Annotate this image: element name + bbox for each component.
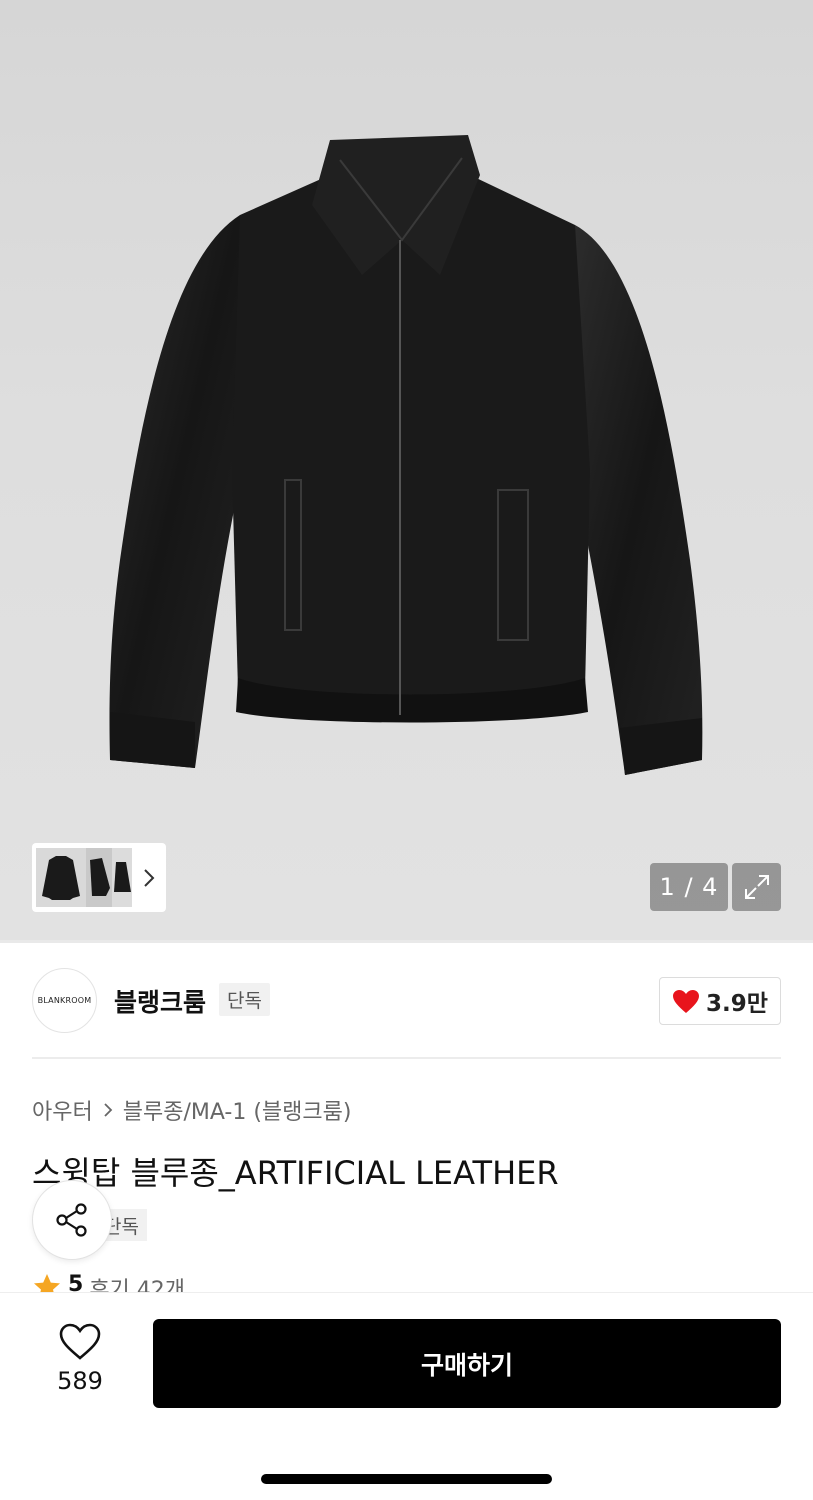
- chevron-right-icon[interactable]: [138, 868, 160, 888]
- bottom-action-bar: 589 구매하기: [0, 1292, 813, 1500]
- brand-logo[interactable]: BLANKROOM: [32, 968, 97, 1033]
- product-image-gallery[interactable]: 1 / 4: [0, 0, 813, 942]
- image-counter: 1 / 4: [650, 863, 728, 911]
- breadcrumb-item-category[interactable]: 아우터: [32, 1094, 93, 1126]
- share-button[interactable]: [32, 1180, 112, 1260]
- brand-row: BLANKROOM 블랭크룸 단독 3.9만: [32, 967, 781, 1033]
- section-divider: [32, 1057, 781, 1059]
- heart-filled-icon: [673, 989, 700, 1013]
- thumbnail-2[interactable]: [86, 848, 112, 907]
- thumbnail-strip[interactable]: [32, 843, 166, 912]
- star-icon: [34, 1274, 60, 1294]
- brand-like-count: 3.9만: [706, 991, 768, 1017]
- share-icon: [56, 1203, 87, 1237]
- heart-outline-icon: [59, 1323, 101, 1360]
- thumbnail-3[interactable]: [112, 848, 132, 907]
- expand-button[interactable]: [732, 863, 781, 911]
- breadcrumb-item-subcategory[interactable]: 블루종/MA-1 (블랭크룸): [123, 1094, 352, 1126]
- brand-like-button[interactable]: 3.9만: [659, 977, 781, 1025]
- buy-button[interactable]: 구매하기: [153, 1319, 781, 1408]
- chevron-right-icon: [104, 1103, 113, 1117]
- brand-name[interactable]: 블랭크룸: [114, 983, 206, 1019]
- review-count[interactable]: 후기 42개: [89, 1272, 185, 1294]
- hero-divider: [0, 940, 813, 943]
- wish-button[interactable]: 589: [40, 1323, 120, 1395]
- rating-summary[interactable]: 5 후기 42개: [32, 1272, 185, 1294]
- expand-icon: [744, 875, 769, 899]
- product-title: 스윙탑 블루종_ARTIFICIAL LEATHER: [32, 1154, 559, 1192]
- thumbnail-1[interactable]: [36, 848, 86, 907]
- exclusive-badge: 단독: [219, 983, 270, 1016]
- rating-score: 5: [68, 1272, 84, 1294]
- wish-count: 589: [57, 1367, 103, 1395]
- product-image: [109, 135, 703, 775]
- home-indicator: [261, 1474, 552, 1484]
- breadcrumb: 아우터 블루종/MA-1 (블랭크룸): [32, 1094, 351, 1126]
